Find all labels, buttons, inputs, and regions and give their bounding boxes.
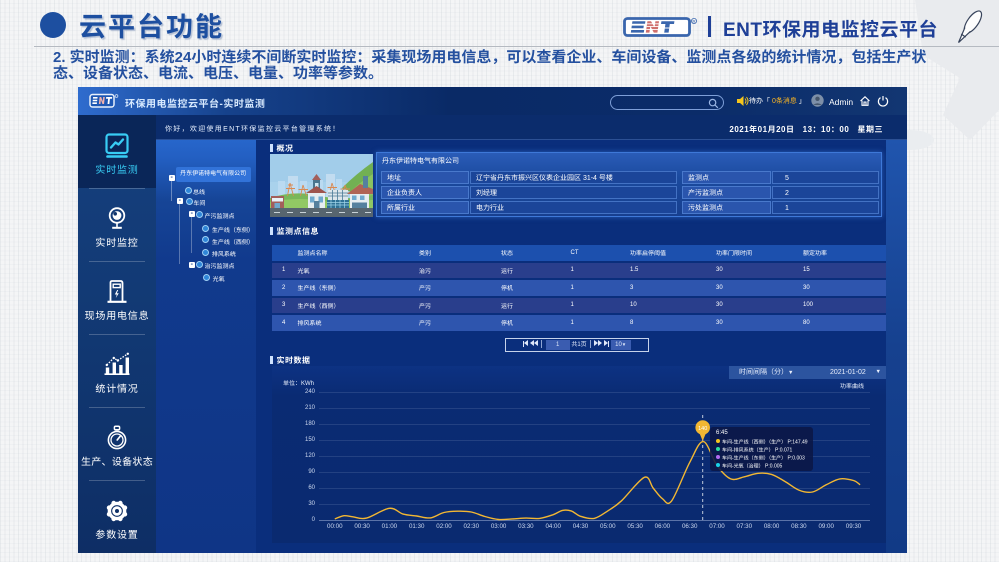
svg-text:140: 140 [698,426,707,432]
